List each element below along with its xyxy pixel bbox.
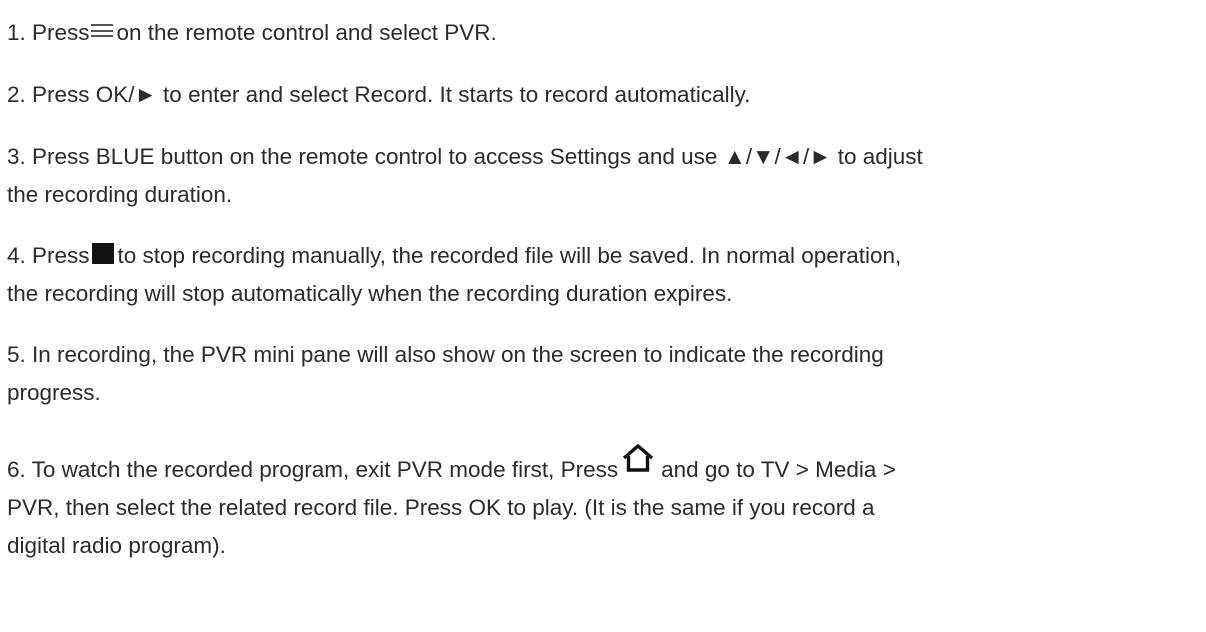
step-5-line-1: 5. In recording, the PVR mini pane will … [7,342,884,367]
step-6-line-1: 6. To watch the recorded program, exit P… [7,443,896,489]
step-6: 6. To watch the recorded program, exit P… [7,443,896,565]
step-5: 5. In recording, the PVR mini pane will … [7,336,884,412]
step-2: 2. Press OK/► to enter and select Record… [7,76,750,114]
step-4-text-a: 4. Press [7,243,90,268]
step-6-line-2: PVR, then select the related record file… [7,495,875,520]
step-4-text-b: to stop recording manually, the recorded… [117,243,902,268]
step-4-line-1: 4. Press to stop recording manually, the … [7,237,901,275]
step-6-text-a: 6. To watch the recorded program, exit P… [7,457,619,482]
step-2-line: 2. Press OK/► to enter and select Record… [7,82,751,107]
step-1-text-a: 1. Press [7,20,90,45]
home-icon [621,443,655,473]
step-4-line-2: the recording will stop automatically wh… [7,281,733,306]
step-5-line-2: progress. [7,380,101,405]
stop-icon [91,243,114,264]
menu-icon [90,24,113,37]
step-3: 3. Press BLUE button on the remote contr… [7,138,923,214]
step-4: 4. Press to stop recording manually, the … [7,237,901,313]
step-6-text-b: and go to TV > Media > [661,457,896,482]
step-1-line: 1. Press on the remote control and select… [7,14,497,52]
step-1-text-b: on the remote control and select PVR. [116,20,497,45]
step-6-line-3: digital radio program). [7,533,226,558]
step-3-line-1: 3. Press BLUE button on the remote contr… [7,144,923,169]
step-1: 1. Press on the remote control and select… [7,14,497,52]
step-3-line-2: the recording duration. [7,182,233,207]
